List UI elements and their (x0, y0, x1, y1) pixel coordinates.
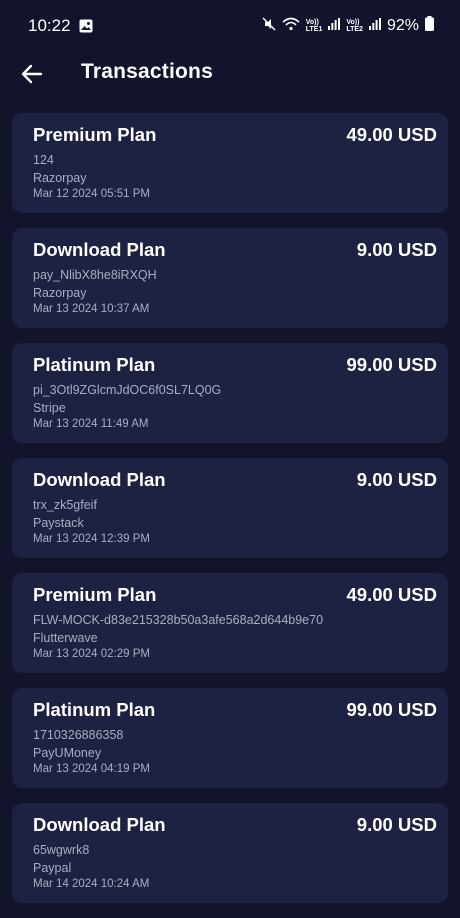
transaction-date: Mar 13 2024 12:39 PM (33, 533, 150, 545)
transaction-card[interactable]: Premium Plan 49.00 USD FLW-MOCK-d83e2153… (12, 573, 448, 673)
transaction-ref: FLW-MOCK-d83e215328b50a3afe568a2d644b9e7… (33, 613, 324, 627)
transaction-date: Mar 13 2024 02:29 PM (33, 648, 150, 660)
transaction-card[interactable]: Premium Plan 49.00 USD 124 Razorpay Mar … (12, 113, 448, 213)
transaction-card[interactable]: Download Plan 9.00 USD pay_NlibX8he8iRXQ… (12, 228, 448, 328)
mute-icon (262, 16, 276, 36)
payment-gateway: Flutterwave (33, 631, 98, 645)
transaction-card[interactable]: Download Plan 9.00 USD 65wgwrk8 Paypal M… (12, 803, 448, 903)
payment-gateway: Paypal (33, 861, 72, 875)
amount: 9.00 USD (356, 814, 437, 835)
transaction-list: Premium Plan 49.00 USD 124 Razorpay Mar … (12, 113, 448, 918)
transaction-date: Mar 12 2024 05:51 PM (33, 188, 150, 200)
amount: 49.00 USD (346, 584, 438, 605)
back-arrow-icon[interactable] (20, 62, 44, 86)
status-bar: 10:22 Vo)) LTE1 Vo)) LTE2 92% (0, 0, 460, 52)
plan-name: Download Plan (33, 469, 166, 490)
signal-icon (328, 17, 341, 35)
transaction-date: Mar 13 2024 04:19 PM (33, 763, 150, 775)
transaction-ref: pi_3Otl9ZGlcmJdOC6f0SL7LQ0G (33, 383, 222, 397)
transaction-ref: 1710326886358 (33, 728, 124, 742)
transaction-ref: 124 (33, 153, 54, 167)
plan-name: Download Plan (33, 814, 166, 835)
signal-icon-2 (368, 17, 381, 35)
app-bar: Transactions (0, 52, 460, 106)
status-time: 10:22 (28, 16, 71, 35)
payment-gateway: Razorpay (33, 286, 87, 300)
amount: 99.00 USD (346, 354, 438, 375)
transaction-card[interactable]: Platinum Plan 99.00 USD pi_3Otl9ZGlcmJdO… (12, 343, 448, 443)
amount: 49.00 USD (346, 124, 438, 145)
amount: 9.00 USD (356, 469, 437, 490)
plan-name: Download Plan (33, 239, 166, 260)
payment-gateway: Paystack (33, 516, 84, 530)
battery-percent: 92% (386, 17, 419, 34)
plan-name: Premium Plan (33, 124, 157, 145)
status-icons: Vo)) LTE1 Vo)) LTE2 92% (262, 16, 434, 36)
plan-name: Platinum Plan (33, 354, 156, 375)
transaction-date: Mar 14 2024 10:24 AM (33, 878, 150, 890)
plan-name: Premium Plan (33, 584, 157, 605)
sim2-label: Vo)) LTE2 (346, 19, 363, 33)
sim1-label: Vo)) LTE1 (305, 19, 323, 33)
plan-name: Platinum Plan (33, 699, 156, 720)
payment-gateway: PayUMoney (33, 746, 102, 760)
amount: 99.00 USD (346, 699, 438, 720)
amount: 9.00 USD (356, 239, 437, 260)
page-title: Transactions (81, 60, 213, 83)
transaction-date: Mar 13 2024 10:37 AM (33, 303, 150, 315)
wifi-icon (282, 17, 300, 36)
transaction-ref: pay_NlibX8he8iRXQH (33, 268, 157, 282)
payment-gateway: Razorpay (33, 171, 87, 185)
battery-icon (425, 16, 434, 36)
transaction-card[interactable]: Platinum Plan 99.00 USD 1710326886358 Pa… (12, 688, 448, 788)
transaction-date: Mar 13 2024 11:49 AM (33, 418, 149, 430)
gallery-icon (79, 19, 93, 33)
transaction-card[interactable]: Download Plan 9.00 USD trx_zk5gfeif Pays… (12, 458, 448, 558)
transaction-ref: trx_zk5gfeif (33, 498, 97, 512)
payment-gateway: Stripe (33, 401, 66, 415)
transaction-ref: 65wgwrk8 (33, 843, 90, 857)
